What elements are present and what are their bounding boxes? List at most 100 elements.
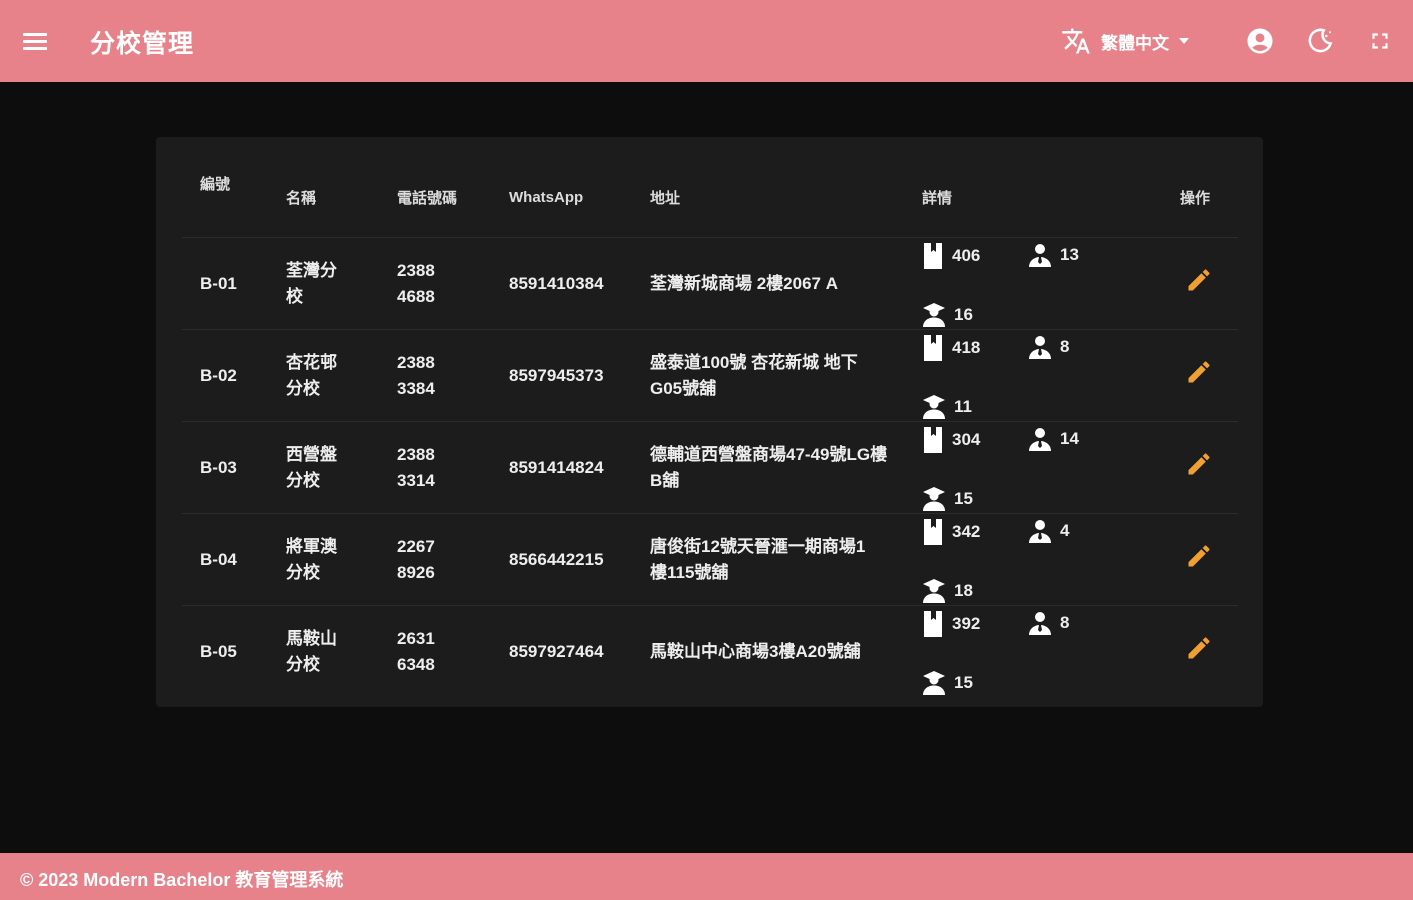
phone-text: 2388 xyxy=(397,352,435,372)
column-header-whatsapp[interactable]: WhatsApp xyxy=(491,157,632,238)
students-stat: 15 xyxy=(922,670,973,696)
students-stat: 11 xyxy=(922,394,972,420)
branch-whatsapp: 8566442215 xyxy=(491,513,632,606)
branch-address: 荃灣新城商場 2樓2067 A xyxy=(632,237,904,330)
name-text: 荃灣分 xyxy=(286,260,337,280)
table-row[interactable]: B-03 西營盤 分校 2388 3314 8591414824 德輔道西營盤商場4… xyxy=(182,421,1238,514)
language-switcher[interactable]: 繁體中文 xyxy=(1061,26,1189,56)
teachers-stat: 4 xyxy=(1028,518,1069,544)
table-row[interactable]: B-04 將軍澳 分校 2267 8926 8566442215 唐俊街12號天晉滙… xyxy=(182,513,1238,606)
top-app-bar: 分校管理 繁體中文 xyxy=(0,0,1413,82)
teachers-text: 8 xyxy=(1060,613,1070,632)
column-header-phone[interactable]: 電話號碼 xyxy=(379,157,491,238)
table-row[interactable]: B-02 杏花邨 分校 2388 3384 8597945373 盛泰道100號 杏… xyxy=(182,329,1238,422)
column-header-address[interactable]: 地址 xyxy=(632,157,904,238)
code-text: B-02 xyxy=(200,365,237,385)
branch-code: B-01 xyxy=(182,237,268,330)
addr-text: 馬鞍山中心商場3樓A20號舖 xyxy=(650,641,861,661)
branch-code: B-04 xyxy=(182,513,268,606)
branch-code: B-02 xyxy=(182,329,268,422)
branch-phone: 2631 6348 xyxy=(379,606,491,698)
branch-table-card: 編號 名稱 電話號碼 WhatsApp 地址 詳情 操作 B-01 荃灣分校 2… xyxy=(156,137,1263,707)
table-row[interactable]: B-01 荃灣分校 2388 4688 8591410384 荃灣新城商場 2樓2… xyxy=(182,237,1238,330)
book-icon xyxy=(924,243,942,269)
branch-details: 342 4 18 xyxy=(904,513,1162,606)
pencil-icon[interactable] xyxy=(1185,634,1213,670)
branch-table: 編號 名稱 電話號碼 WhatsApp 地址 詳情 操作 B-01 荃灣分校 2… xyxy=(182,157,1238,697)
branch-name: 馬鞍山 分校 xyxy=(268,606,379,698)
name-text: 馬鞍山 xyxy=(286,628,337,648)
pencil-icon[interactable] xyxy=(1185,266,1213,302)
pencil-icon[interactable] xyxy=(1185,542,1213,578)
name-text: 校 xyxy=(286,286,303,306)
books-text: 304 xyxy=(952,430,981,449)
column-header-name[interactable]: 名稱 xyxy=(268,157,379,238)
students-stat: 18 xyxy=(922,578,973,604)
branch-whatsapp: 8597927464 xyxy=(491,606,632,698)
name-text: 分校 xyxy=(286,562,320,582)
addr-text: 唐俊街12號天晉滙一期商場1 xyxy=(650,536,866,556)
branch-address: 馬鞍山中心商場3樓A20號舖 xyxy=(632,606,904,698)
students-text: 16 xyxy=(954,305,973,324)
teachers-stat: 8 xyxy=(1028,334,1069,360)
branch-details: 418 8 11 xyxy=(904,329,1162,422)
books-stat: 406 xyxy=(922,242,980,270)
code-text: B-03 xyxy=(200,457,237,477)
table-header-row: 編號 名稱 電話號碼 WhatsApp 地址 詳情 操作 xyxy=(182,157,1238,238)
addr-text: 荃灣新城商場 2樓2067 A xyxy=(650,273,838,293)
books-stat: 342 xyxy=(922,518,980,546)
student-icon xyxy=(923,395,945,419)
language-label: 繁體中文 xyxy=(1101,33,1169,53)
teacher-icon xyxy=(1029,336,1051,359)
page-title: 分校管理 xyxy=(90,30,195,58)
branch-address: 盛泰道100號 杏花新城 地下 G05號舖 xyxy=(632,329,904,422)
student-icon xyxy=(923,671,945,695)
phone-text: 3314 xyxy=(397,470,435,490)
row-actions xyxy=(1162,513,1238,606)
row-actions xyxy=(1162,237,1238,330)
teachers-stat: 13 xyxy=(1028,242,1079,268)
table-row[interactable]: B-05 馬鞍山分校 2631 6348 8597927464 馬鞍山中心商場3樓… xyxy=(182,606,1238,698)
name-text: 分校 xyxy=(286,654,320,674)
row-actions xyxy=(1162,329,1238,422)
column-header-code[interactable]: 編號 xyxy=(182,157,268,238)
branch-name: 西營盤 分校 xyxy=(268,421,379,514)
book-icon xyxy=(924,519,942,545)
student-icon xyxy=(923,303,945,327)
branch-details: 304 14 15 xyxy=(904,421,1162,514)
pencil-icon[interactable] xyxy=(1185,450,1213,486)
code-text: B-01 xyxy=(200,273,237,293)
addr-text: B舖 xyxy=(650,470,680,490)
book-icon xyxy=(924,611,942,637)
phone-text: 2267 xyxy=(397,536,435,556)
phone-text: 4688 xyxy=(397,286,435,306)
branch-address: 唐俊街12號天晉滙一期商場1 樓115號舖 xyxy=(632,513,904,606)
branch-name: 荃灣分校 xyxy=(268,237,379,330)
theme-night-icon[interactable] xyxy=(1305,26,1335,56)
name-text: 西營盤 xyxy=(286,444,337,464)
column-header-operations: 操作 xyxy=(1162,157,1238,238)
students-stat: 15 xyxy=(922,486,973,512)
whatsapp-text: 8591410384 xyxy=(509,273,604,293)
addr-text: 德輔道西營盤商場47-49號LG樓 xyxy=(650,444,888,464)
teachers-stat: 14 xyxy=(1028,426,1079,452)
branch-phone: 2388 4688 xyxy=(379,237,491,330)
footer: © 2023 Modern Bachelor 教育管理系統 xyxy=(0,853,1413,900)
branch-code: B-05 xyxy=(182,606,268,698)
teachers-text: 8 xyxy=(1060,337,1070,356)
students-stat: 16 xyxy=(922,302,973,328)
code-text: B-04 xyxy=(200,549,237,569)
whatsapp-text: 8597927464 xyxy=(509,641,604,661)
row-actions xyxy=(1162,606,1238,698)
branch-whatsapp: 8591414824 xyxy=(491,421,632,514)
pencil-icon[interactable] xyxy=(1185,358,1213,394)
account-icon[interactable] xyxy=(1245,26,1275,56)
menu-icon[interactable] xyxy=(20,27,52,55)
branch-address: 德輔道西營盤商場47-49號LG樓 B舖 xyxy=(632,421,904,514)
footer-copyright: © 2023 Modern Bachelor 教育管理系統 xyxy=(20,870,344,890)
teacher-icon xyxy=(1029,520,1051,543)
branch-phone: 2267 8926 xyxy=(379,513,491,606)
addr-text: 樓115號舖 xyxy=(650,562,729,582)
chevron-down-icon xyxy=(1179,38,1189,44)
fullscreen-icon[interactable] xyxy=(1365,26,1395,56)
